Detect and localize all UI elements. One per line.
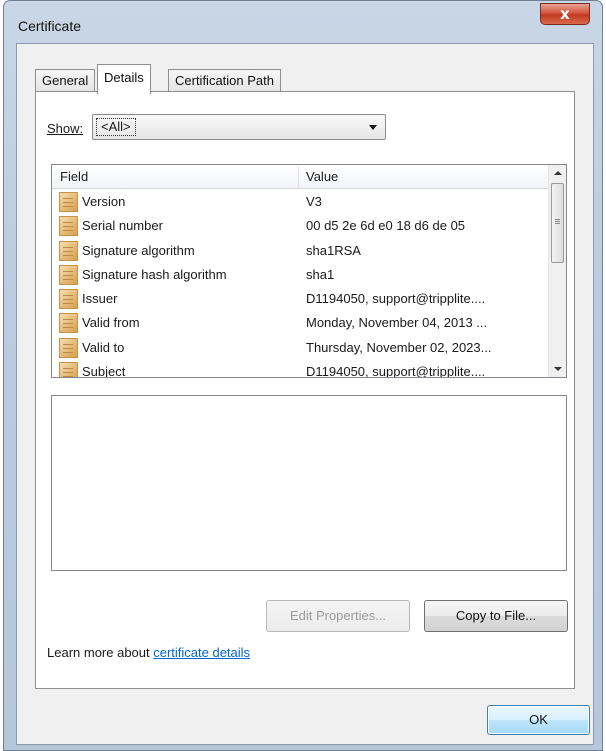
certificate-details-link[interactable]: certificate details bbox=[153, 645, 250, 660]
tab-details[interactable]: Details bbox=[97, 64, 151, 94]
tab-general[interactable]: General bbox=[35, 69, 96, 93]
show-dropdown-value: <All> bbox=[96, 118, 136, 136]
details-panel: Show: <All> Field Value Version V3 Seria… bbox=[35, 91, 575, 689]
list-item[interactable]: Issuer D1194050, support@tripplite.... bbox=[52, 287, 548, 311]
field-value: Thursday, November 02, 2023... bbox=[306, 339, 492, 355]
list-item[interactable]: Version V3 bbox=[52, 190, 548, 214]
field-value: sha1RSA bbox=[306, 242, 361, 258]
edit-properties-label: Edit Properties... bbox=[289, 608, 387, 623]
list-item[interactable]: Subject D1194050, support@tripplite.... bbox=[52, 360, 548, 378]
field-detail-textbox[interactable] bbox=[51, 395, 567, 571]
dialog-body: General Details Certification Path Show:… bbox=[16, 43, 594, 745]
chevron-down-icon bbox=[369, 125, 377, 130]
certificate-field-icon bbox=[59, 289, 78, 310]
scrollbar-thumb[interactable] bbox=[551, 183, 564, 263]
field-name: Signature algorithm bbox=[82, 242, 195, 258]
tab-certification-path[interactable]: Certification Path bbox=[168, 69, 281, 93]
learn-more-prefix: Learn more about bbox=[47, 645, 154, 660]
certificate-field-icon bbox=[59, 313, 78, 334]
close-button[interactable]: x bbox=[540, 3, 590, 25]
column-header-value[interactable]: Value bbox=[306, 169, 338, 184]
field-name: Serial number bbox=[82, 218, 163, 234]
ok-button[interactable]: OK bbox=[487, 705, 590, 735]
show-dropdown[interactable]: <All> bbox=[92, 114, 386, 140]
column-divider[interactable] bbox=[298, 167, 299, 187]
list-item[interactable]: Serial number 00 d5 2e 6d e0 18 d6 de 05 bbox=[52, 214, 548, 238]
scroll-down-icon[interactable] bbox=[554, 367, 562, 371]
certificate-field-icon bbox=[59, 240, 78, 261]
list-rows: Version V3 Serial number 00 d5 2e 6d e0 … bbox=[52, 190, 548, 378]
certificate-window: Certificate x General Details Certificat… bbox=[3, 0, 603, 751]
list-item[interactable]: Signature algorithm sha1RSA bbox=[52, 239, 548, 263]
show-label: Show: bbox=[47, 121, 84, 136]
field-value: 00 d5 2e 6d e0 18 d6 de 05 bbox=[306, 218, 466, 234]
field-value: D1194050, support@tripplite.... bbox=[306, 364, 486, 378]
certificate-field-icon bbox=[59, 337, 78, 358]
field-name: Valid to bbox=[82, 339, 125, 355]
field-name: Signature hash algorithm bbox=[82, 266, 227, 282]
edit-properties-button[interactable]: Edit Properties... bbox=[266, 600, 410, 632]
certificate-field-icon bbox=[59, 216, 78, 237]
certificate-field-icon bbox=[59, 264, 78, 285]
list-item[interactable]: Signature hash algorithm sha1 bbox=[52, 263, 548, 287]
learn-more-text: Learn more about certificate details bbox=[47, 645, 250, 660]
field-list[interactable]: Field Value Version V3 Serial number 00 … bbox=[51, 164, 567, 378]
field-value: D1194050, support@tripplite.... bbox=[306, 291, 486, 307]
certificate-field-icon bbox=[59, 192, 78, 212]
tab-strip: General Details Certification Path bbox=[35, 64, 595, 94]
list-item[interactable]: Valid from Monday, November 04, 2013 ... bbox=[52, 311, 548, 335]
window-title: Certificate bbox=[18, 18, 82, 34]
list-header: Field Value bbox=[52, 165, 548, 189]
close-icon: x bbox=[560, 5, 570, 23]
field-name: Valid from bbox=[82, 315, 140, 331]
field-value: V3 bbox=[306, 194, 322, 209]
title-bar[interactable]: Certificate x bbox=[4, 1, 602, 43]
copy-to-file-button[interactable]: Copy to File... bbox=[424, 600, 568, 632]
list-item[interactable]: Valid to Thursday, November 02, 2023... bbox=[52, 336, 548, 360]
column-header-field[interactable]: Field bbox=[60, 169, 88, 184]
scroll-up-icon[interactable] bbox=[554, 171, 562, 175]
field-name: Issuer bbox=[82, 291, 118, 307]
copy-to-file-label: Copy to File... bbox=[455, 608, 537, 623]
field-name: Subject bbox=[82, 364, 126, 378]
field-name: Version bbox=[82, 194, 126, 209]
field-value: sha1 bbox=[306, 266, 335, 282]
vertical-scrollbar[interactable] bbox=[548, 165, 566, 377]
certificate-field-icon bbox=[59, 362, 78, 377]
ok-label: OK bbox=[529, 712, 548, 727]
field-value: Monday, November 04, 2013 ... bbox=[306, 315, 488, 331]
